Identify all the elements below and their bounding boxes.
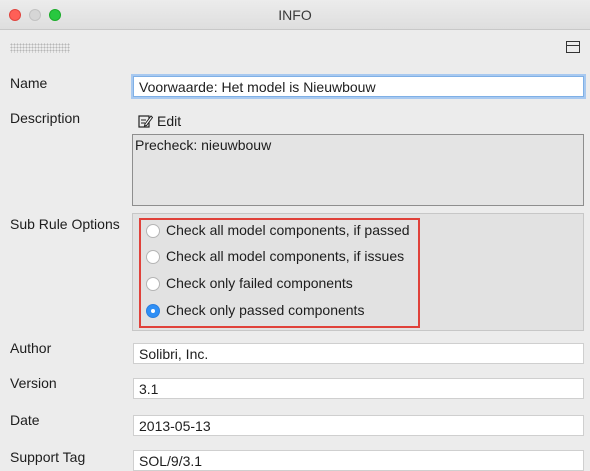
description-text-area[interactable]: Precheck: nieuwbouw [132,134,584,206]
radio-button[interactable] [146,224,160,238]
edit-description-button[interactable]: Edit [138,113,181,131]
edit-icon [138,115,154,128]
name-field[interactable]: Voorwaarde: Het model is Nieuwbouw [133,76,584,97]
option-label: Check only failed components [166,275,353,291]
info-window: INFO Name Voorwaarde: Het model is Nieuw… [0,0,590,471]
title-bar[interactable]: INFO [0,0,590,30]
option-check-only-failed[interactable]: Check only failed components [146,275,353,293]
option-check-all-if-issues[interactable]: Check all model components, if issues [146,248,404,266]
option-label: Check all model components, if passed [166,222,410,238]
support-tag-field[interactable]: SOL/9/3.1 [133,450,584,471]
option-label: Check only passed components [166,302,365,318]
option-check-all-if-passed[interactable]: Check all model components, if passed [146,222,410,240]
author-field[interactable]: Solibri, Inc. [133,343,584,364]
option-check-only-passed[interactable]: Check only passed components [146,302,364,320]
author-label: Author [10,340,52,356]
radio-button-selected[interactable] [146,304,160,318]
panel-toolbar [0,31,590,63]
version-label: Version [10,375,57,391]
option-label: Check all model components, if issues [166,248,405,264]
version-field[interactable]: 3.1 [133,378,584,399]
window-title: INFO [278,7,312,23]
drag-grip-icon[interactable] [10,43,70,53]
radio-button[interactable] [146,277,160,291]
radio-button[interactable] [146,250,160,264]
support-tag-label: Support Tag [10,449,86,465]
edit-label: Edit [157,113,182,129]
panel-layout-icon[interactable] [566,41,580,53]
name-label: Name [10,75,48,91]
date-field[interactable]: 2013-05-13 [133,415,584,436]
sub-rule-options-label: Sub Rule Options [10,216,120,232]
date-label: Date [10,412,40,428]
description-label: Description [10,110,81,126]
